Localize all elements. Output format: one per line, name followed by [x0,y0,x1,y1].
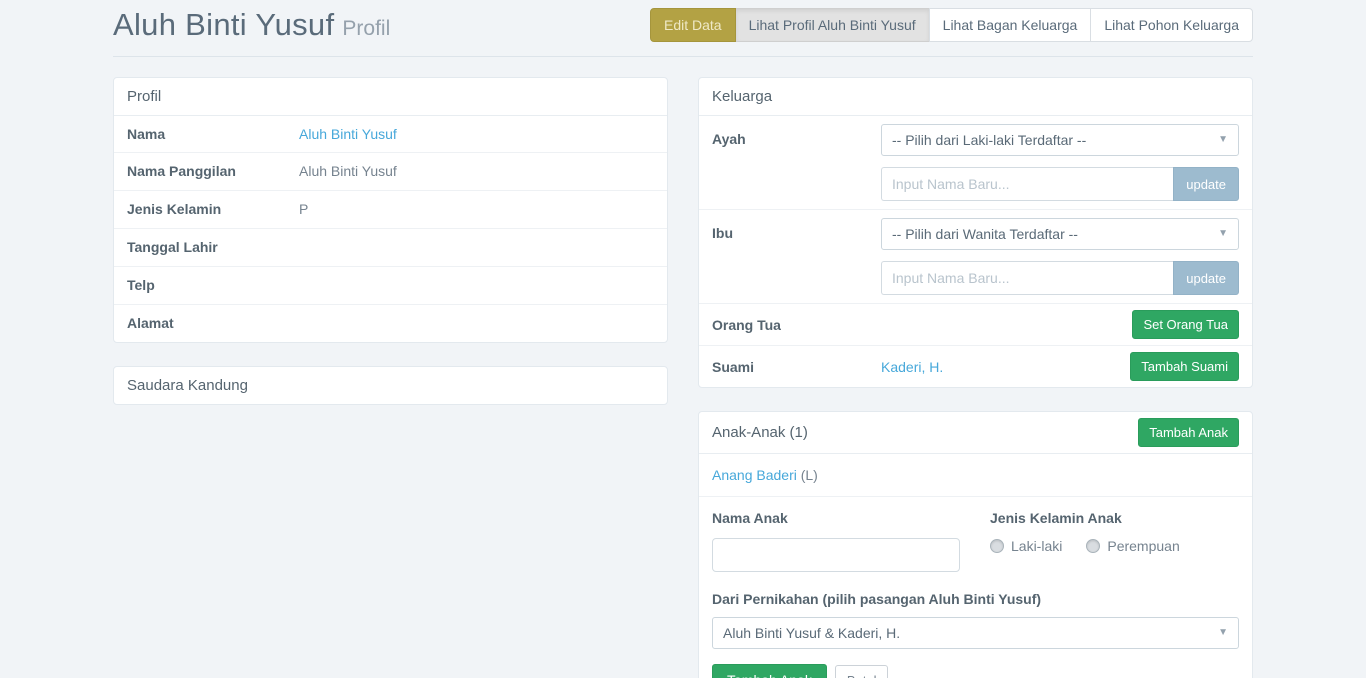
tambah-suami-button[interactable]: Tambah Suami [1130,352,1239,381]
chevron-down-icon: ▼ [1218,229,1228,239]
right-column: Keluarga Ayah -- Pilih dari Laki-laki Te… [698,77,1253,678]
radio-perempuan[interactable]: Perempuan [1086,538,1179,554]
radio-laki-laki-label: Laki-laki [1011,538,1062,554]
ibu-select-value: -- Pilih dari Wanita Terdaftar -- [892,226,1078,242]
content-columns: Profil Nama Aluh Binti Yusuf Nama Panggi… [113,77,1253,678]
nama-anak-input[interactable] [712,538,960,572]
row-value: Aluh Binti Yusuf [299,163,397,180]
ibu-row: Ibu -- Pilih dari Wanita Terdaftar -- ▼ … [699,209,1252,303]
page-container: Aluh Binti Yusuf Profil Edit Data Lihat P… [113,0,1253,678]
table-row: Tanggal Lahir [114,228,667,266]
anak-anak-title: Anak-Anak (1) [712,424,808,441]
keluarga-panel-heading: Keluarga [699,78,1252,116]
anak-anak-heading: Anak-Anak (1) Tambah Anak [699,412,1252,454]
jenis-kelamin-anak-label: Jenis Kelamin Anak [990,510,1239,526]
edit-data-button[interactable]: Edit Data [650,8,736,42]
page-header: Aluh Binti Yusuf Profil Edit Data Lihat P… [113,0,1253,57]
nama-anak-label: Nama Anak [712,510,974,526]
saudara-kandung-title: Saudara Kandung [127,377,248,394]
child-gender-suffix: (L) [801,467,818,483]
child-link[interactable]: Anang Baderi [712,467,797,483]
page-title: Aluh Binti Yusuf [113,7,334,42]
anak-anak-panel: Anak-Anak (1) Tambah Anak Anang Baderi (… [698,411,1253,678]
ayah-select-value: -- Pilih dari Laki-laki Terdaftar -- [892,132,1086,148]
chevron-down-icon: ▼ [1218,135,1228,145]
radio-icon [990,539,1004,553]
nama-link[interactable]: Aluh Binti Yusuf [299,126,397,142]
profil-panel-heading: Profil [114,78,667,116]
saudara-kandung-heading: Saudara Kandung [114,367,667,404]
dari-pernikahan-label: Dari Pernikahan (pilih pasangan Aluh Bin… [712,591,1239,607]
row-value: P [299,201,308,218]
list-item: Anang Baderi (L) [699,454,1252,497]
ayah-update-button[interactable]: update [1173,167,1239,201]
left-column: Profil Nama Aluh Binti Yusuf Nama Panggi… [113,77,668,678]
ibu-label: Ibu [712,218,881,241]
orang-tua-row: Orang Tua Set Orang Tua [699,303,1252,345]
ibu-controls: -- Pilih dari Wanita Terdaftar -- ▼ upda… [881,218,1239,295]
table-row: Jenis Kelamin P [114,190,667,228]
suami-label: Suami [712,359,881,375]
table-row: Alamat [114,304,667,342]
lihat-pohon-button[interactable]: Lihat Pohon Keluarga [1090,8,1253,42]
row-label: Nama [127,126,299,142]
batal-button[interactable]: Batal [835,665,889,678]
row-label: Tanggal Lahir [127,239,299,256]
row-label: Jenis Kelamin [127,201,299,218]
orang-tua-label: Orang Tua [712,317,881,333]
profil-panel-title: Profil [127,88,161,105]
radio-laki-laki[interactable]: Laki-laki [990,538,1062,554]
add-child-form: Nama Anak Jenis Kelamin Anak Laki-laki [699,497,1252,678]
view-button-group: Edit Data Lihat Profil Aluh Binti Yusuf … [650,8,1253,42]
saudara-kandung-panel: Saudara Kandung [113,366,668,405]
suami-row: Suami Kaderi, H. Tambah Suami [699,345,1252,387]
lihat-profil-button[interactable]: Lihat Profil Aluh Binti Yusuf [735,8,930,42]
table-row: Nama Panggilan Aluh Binti Yusuf [114,152,667,190]
ibu-input-group: update [881,261,1239,295]
set-orang-tua-button[interactable]: Set Orang Tua [1132,310,1239,339]
row-label: Alamat [127,315,299,332]
page-title-block: Aluh Binti Yusuf Profil [113,7,390,43]
table-row: Nama Aluh Binti Yusuf [114,116,667,152]
ayah-select[interactable]: -- Pilih dari Laki-laki Terdaftar -- ▼ [881,124,1239,156]
tambah-anak-submit-button[interactable]: Tambah Anak [712,664,827,678]
tambah-anak-header-button[interactable]: Tambah Anak [1138,418,1239,447]
ayah-input-group: update [881,167,1239,201]
ayah-label: Ayah [712,124,881,147]
ibu-name-input[interactable] [881,261,1173,295]
form-actions: Tambah Anak Batal [712,664,1239,678]
table-row: Telp [114,266,667,304]
ibu-select[interactable]: -- Pilih dari Wanita Terdaftar -- ▼ [881,218,1239,250]
pernikahan-select-value: Aluh Binti Yusuf & Kaderi, H. [723,625,900,641]
ibu-update-button[interactable]: update [1173,261,1239,295]
row-label: Telp [127,277,299,294]
chevron-down-icon: ▼ [1218,628,1228,638]
ayah-controls: -- Pilih dari Laki-laki Terdaftar -- ▼ u… [881,124,1239,201]
radio-perempuan-label: Perempuan [1107,538,1179,554]
profil-panel: Profil Nama Aluh Binti Yusuf Nama Panggi… [113,77,668,343]
ayah-row: Ayah -- Pilih dari Laki-laki Terdaftar -… [699,116,1252,209]
row-label: Nama Panggilan [127,163,299,180]
lihat-bagan-button[interactable]: Lihat Bagan Keluarga [929,8,1092,42]
gender-radio-group: Laki-laki Perempuan [990,538,1239,554]
pernikahan-select[interactable]: Aluh Binti Yusuf & Kaderi, H. ▼ [712,617,1239,649]
radio-icon [1086,539,1100,553]
suami-link[interactable]: Kaderi, H. [881,359,943,375]
page-subtitle: Profil [342,17,390,40]
keluarga-panel-title: Keluarga [712,88,772,105]
ayah-name-input[interactable] [881,167,1173,201]
keluarga-panel: Keluarga Ayah -- Pilih dari Laki-laki Te… [698,77,1253,388]
